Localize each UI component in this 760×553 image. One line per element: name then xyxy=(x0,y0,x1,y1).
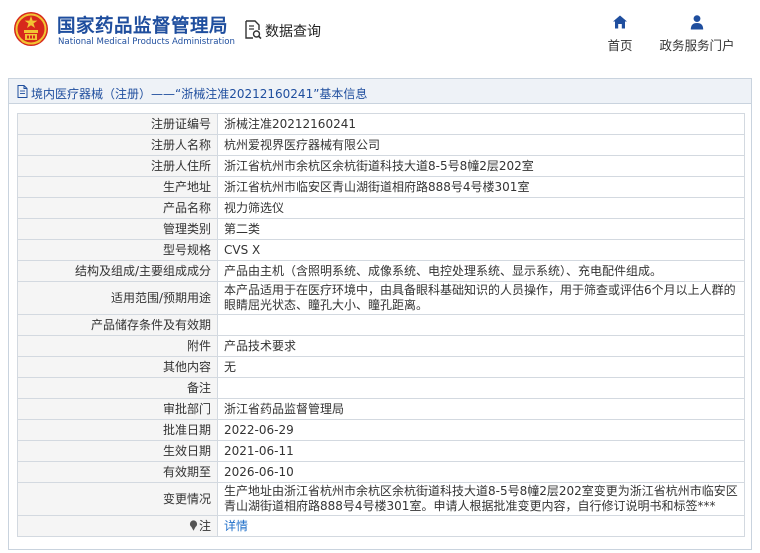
field-value: 产品由主机（含照明系统、成像系统、电控处理系统、显示系统）、充电配件组成。 xyxy=(217,260,745,282)
field-value: 浙械注准20212160241 xyxy=(217,113,745,135)
note-label-cell: 注 xyxy=(17,515,218,537)
table-row: 备注 xyxy=(17,377,745,399)
field-label: 适用范围/预期用途 xyxy=(17,281,218,315)
field-value: 本产品适用于在医疗环境中，由具备眼科基础知识的人员操作，用于筛查或评估6个月以上… xyxy=(217,281,745,315)
field-label: 注册人名称 xyxy=(17,134,218,156)
field-label: 批准日期 xyxy=(17,419,218,441)
panel-title-bar: 境内医疗器械（注册）——“浙械注准20212160241”基本信息 xyxy=(9,79,751,104)
field-value: 视力筛选仪 xyxy=(217,197,745,219)
field-label: 注 xyxy=(198,518,211,533)
national-emblem xyxy=(14,12,48,46)
field-label: 管理类别 xyxy=(17,218,218,240)
field-value: 无 xyxy=(217,356,745,378)
table-row: 其他内容 无 xyxy=(17,356,745,378)
field-value: CVS X xyxy=(217,239,745,261)
field-label: 型号规格 xyxy=(17,239,218,261)
document-search-icon xyxy=(245,20,262,40)
field-label: 注册人住所 xyxy=(17,155,218,177)
table-row: 型号规格 CVS X xyxy=(17,239,745,261)
table-row: 批准日期 2022-06-29 xyxy=(17,419,745,441)
field-value: 2022-06-29 xyxy=(217,419,745,441)
field-label: 结构及组成/主要组成成分 xyxy=(17,260,218,282)
details-link[interactable]: 详情 xyxy=(217,515,745,537)
user-icon xyxy=(690,15,704,30)
panel-title: 境内医疗器械（注册）——“浙械注准20212160241”基本信息 xyxy=(31,87,368,101)
field-value xyxy=(217,314,745,336)
table-row: 产品储存条件及有效期 xyxy=(17,314,745,336)
table-row: 生产地址 浙江省杭州市临安区青山湖街道相府路888号4号楼301室 xyxy=(17,176,745,198)
table-row: 有效期至 2026-06-10 xyxy=(17,461,745,483)
site-header: 国家药品监督管理局 National Medical Products Admi… xyxy=(0,0,760,64)
table-row: 结构及组成/主要组成成分 产品由主机（含照明系统、成像系统、电控处理系统、显示系… xyxy=(17,260,745,282)
table-row: 附件 产品技术要求 xyxy=(17,335,745,357)
table-row: 适用范围/预期用途 本产品适用于在医疗环境中，由具备眼科基础知识的人员操作，用于… xyxy=(17,281,745,315)
field-label: 有效期至 xyxy=(17,461,218,483)
field-label: 附件 xyxy=(17,335,218,357)
table-row: 管理类别 第二类 xyxy=(17,218,745,240)
table-row: 审批部门 浙江省药品监督管理局 xyxy=(17,398,745,420)
field-value: 第二类 xyxy=(217,218,745,240)
table-row: 生效日期 2021-06-11 xyxy=(17,440,745,462)
field-value: 产品技术要求 xyxy=(217,335,745,357)
field-value: 浙江省药品监督管理局 xyxy=(217,398,745,420)
nav-service-portal[interactable]: 政务服务门户 xyxy=(656,14,738,54)
basic-info-panel: 境内医疗器械（注册）——“浙械注准20212160241”基本信息 注册证编号 … xyxy=(8,78,752,550)
field-label: 产品储存条件及有效期 xyxy=(17,314,218,336)
data-query-label[interactable]: 数据查询 xyxy=(265,21,321,41)
field-value: 浙江省杭州市余杭区余杭街道科技大道8-5号8幢2层202室 xyxy=(217,155,745,177)
document-icon xyxy=(17,85,28,98)
table-row: 注 详情 xyxy=(17,515,745,537)
field-value: 2021-06-11 xyxy=(217,440,745,462)
table-row: 注册人名称 杭州爱视界医疗器械有限公司 xyxy=(17,134,745,156)
table-row: 产品名称 视力筛选仪 xyxy=(17,197,745,219)
home-icon xyxy=(613,15,627,29)
field-label: 审批部门 xyxy=(17,398,218,420)
field-label: 其他内容 xyxy=(17,356,218,378)
field-value: 生产地址由浙江省杭州市余杭区余杭街道科技大道8-5号8幢2层202室变更为浙江省… xyxy=(217,482,745,516)
nav-home[interactable]: 首页 xyxy=(603,14,637,54)
table-row: 注册人住所 浙江省杭州市余杭区余杭街道科技大道8-5号8幢2层202室 xyxy=(17,155,745,177)
pin-icon xyxy=(189,519,198,531)
field-label: 生效日期 xyxy=(17,440,218,462)
brand-subtitle: National Medical Products Administration xyxy=(58,37,235,47)
field-label: 产品名称 xyxy=(17,197,218,219)
basic-info-table: 注册证编号 浙械注准20212160241 注册人名称 杭州爱视界医疗器械有限公… xyxy=(17,113,745,537)
field-value: 浙江省杭州市临安区青山湖街道相府路888号4号楼301室 xyxy=(217,176,745,198)
nav-service-label: 政务服务门户 xyxy=(659,38,735,53)
table-row: 变更情况 生产地址由浙江省杭州市余杭区余杭街道科技大道8-5号8幢2层202室变… xyxy=(17,482,745,516)
field-value: 2026-06-10 xyxy=(217,461,745,483)
table-row: 注册证编号 浙械注准20212160241 xyxy=(17,113,745,135)
field-value: 杭州爱视界医疗器械有限公司 xyxy=(217,134,745,156)
field-label: 注册证编号 xyxy=(17,113,218,135)
field-value xyxy=(217,377,745,399)
field-label: 变更情况 xyxy=(17,482,218,516)
field-label: 生产地址 xyxy=(17,176,218,198)
nav-home-label: 首页 xyxy=(607,38,633,53)
field-label: 备注 xyxy=(17,377,218,399)
brand-title[interactable]: 国家药品监督管理局 xyxy=(57,12,228,38)
